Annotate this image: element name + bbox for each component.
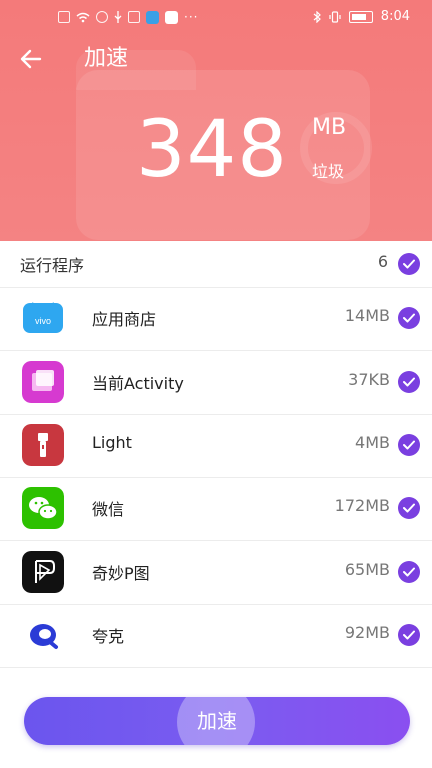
check-icon: [403, 377, 415, 387]
wechat-icon: [22, 487, 64, 529]
app-checkbox[interactable]: [398, 561, 420, 583]
app-size: 14MB: [344, 306, 390, 325]
cloud-icon: [96, 11, 108, 23]
svg-text:vivo: vivo: [35, 316, 51, 326]
select-all-checkbox[interactable]: [398, 253, 420, 275]
junk-size-value: 348: [136, 105, 288, 195]
app-row-photo-editor[interactable]: 奇妙P图 65MB: [0, 541, 432, 605]
current-activity-icon: [22, 361, 64, 403]
quark-icon: [22, 614, 64, 656]
page-title: 加速: [84, 46, 129, 71]
app-checkbox[interactable]: [398, 307, 420, 329]
app-name: 微信: [92, 500, 125, 519]
junk-label: 垃圾: [312, 162, 345, 181]
app-notification-icon: [146, 10, 159, 24]
wifi-icon: [76, 12, 90, 22]
junk-size-unit: MB: [312, 115, 347, 140]
running-apps-header: 运行程序 6: [0, 241, 432, 288]
check-icon: [403, 630, 415, 640]
running-apps-count: 6: [377, 252, 388, 271]
app-checkbox[interactable]: [398, 434, 420, 456]
app-row-current-activity[interactable]: 当前Activity 37KB: [0, 351, 432, 415]
check-icon: [403, 313, 415, 323]
app-notification-icon-2: [165, 10, 178, 24]
app-row-light[interactable]: Light 4MB: [0, 414, 432, 478]
status-time: 8:04: [380, 9, 410, 24]
check-icon: [403, 440, 415, 450]
bluetooth-icon: [313, 10, 321, 23]
arrow-left-icon: [20, 49, 42, 69]
app-row-app-store[interactable]: vivo 应用商店 14MB: [0, 287, 432, 351]
app-size: 37KB: [348, 370, 390, 389]
check-icon: [403, 503, 415, 513]
photo-editor-icon: [22, 551, 64, 593]
usb-icon: [114, 11, 122, 23]
app-row-wechat[interactable]: 微信 172MB: [0, 477, 432, 541]
app-checkbox[interactable]: [398, 624, 420, 646]
app-name: 夸克: [92, 627, 125, 646]
folder-icon: [128, 11, 140, 23]
app-store-icon: vivo: [22, 297, 64, 339]
flashlight-icon: [22, 424, 64, 466]
app-size: 4MB: [355, 433, 390, 452]
check-icon: [403, 567, 415, 577]
battery-icon: [348, 10, 373, 23]
header-banner: ··· 8:04 加速 348 MB 垃圾: [0, 0, 432, 241]
sim-icon: [58, 11, 70, 23]
app-name: 应用商店: [92, 310, 157, 329]
app-checkbox[interactable]: [398, 371, 420, 393]
more-notifications: ···: [184, 10, 199, 24]
boost-button-label: 加速: [197, 709, 237, 733]
app-size: 92MB: [344, 623, 390, 642]
app-checkbox[interactable]: [398, 497, 420, 519]
running-apps-label: 运行程序: [20, 256, 85, 275]
app-size: 172MB: [334, 496, 390, 515]
app-size: 65MB: [344, 560, 390, 579]
vibrate-icon: [329, 10, 341, 23]
app-name: 奇妙P图: [92, 564, 150, 583]
app-name: 当前Activity: [92, 374, 184, 393]
app-name: Light: [92, 433, 132, 452]
back-button[interactable]: [18, 46, 46, 72]
check-icon: [403, 259, 415, 269]
app-row-quark[interactable]: 夸克 92MB: [0, 604, 432, 668]
boost-button[interactable]: 加速: [24, 697, 410, 745]
status-bar: ··· 8:04: [0, 0, 432, 40]
